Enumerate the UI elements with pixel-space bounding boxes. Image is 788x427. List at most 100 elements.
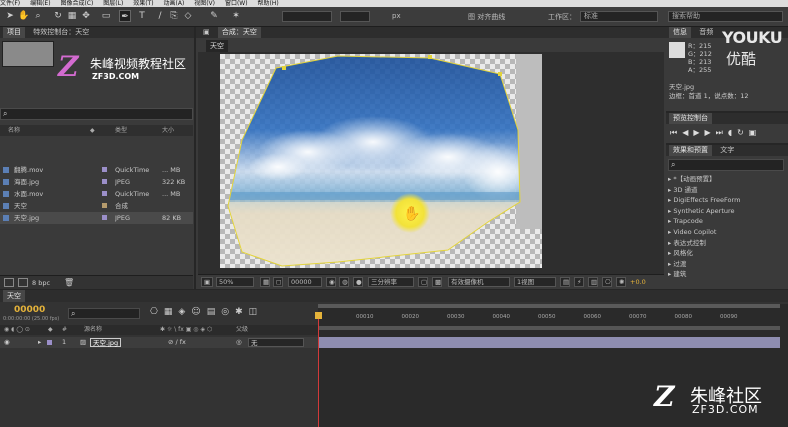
fill-color-field[interactable] xyxy=(282,11,332,22)
tab-composition[interactable]: 合成：天空 xyxy=(217,27,261,38)
menu-composition[interactable]: 图像合成(C) xyxy=(60,0,93,7)
reset-exposure-icon[interactable]: ✺ xyxy=(616,277,626,287)
previous-frame-icon[interactable]: ◀ xyxy=(682,128,693,137)
label-color[interactable] xyxy=(102,167,107,172)
menu-file[interactable]: 文件(F) xyxy=(0,0,20,7)
timeline-timecode[interactable]: 00000 xyxy=(14,305,45,315)
project-row[interactable]: 天空 合成 xyxy=(0,200,193,212)
menu-effect[interactable]: 效果(T) xyxy=(133,0,153,7)
effect-category[interactable]: ▸ Trapcode xyxy=(668,216,783,226)
menu-help[interactable]: 帮助(H) xyxy=(257,0,278,7)
draft-3d-icon[interactable]: ◈ xyxy=(178,307,191,317)
expand-arrow-icon[interactable]: ▸ xyxy=(38,337,41,348)
label-color[interactable] xyxy=(102,215,107,220)
rotate-tool-icon[interactable]: ↻ xyxy=(52,10,64,22)
eraser-tool-icon[interactable]: ◇ xyxy=(182,10,194,22)
effects-search-input[interactable]: ⌕ xyxy=(668,159,784,171)
menu-view[interactable]: 视图(V) xyxy=(194,0,215,7)
trash-icon[interactable]: 🗑 xyxy=(64,278,74,287)
layer-duration-bar[interactable] xyxy=(318,337,780,348)
fast-previews-icon[interactable]: ⚡ xyxy=(574,277,584,287)
lock-icon[interactable]: ▣ xyxy=(199,27,214,38)
project-search-input[interactable]: ⌕ xyxy=(0,108,193,120)
timeline-layer-row[interactable]: ◉ ▸ 1 ▨ 天空.jpg ⊘ / fx ◎ 无 xyxy=(0,337,318,348)
comp-mini-flowchart-icon[interactable]: ⎔ xyxy=(150,307,164,317)
effect-category[interactable]: ▸ Video Copilot xyxy=(668,227,783,237)
brainstorm-icon[interactable]: ✱ xyxy=(235,307,249,317)
mask-tool-icon[interactable]: ▭ xyxy=(100,10,112,22)
tab-character[interactable]: 文字 xyxy=(716,145,738,156)
safe-margins-icon[interactable]: ▦ xyxy=(260,277,270,287)
effect-category[interactable]: ▸ 风格化 xyxy=(668,248,783,258)
mask-visibility-icon[interactable]: ◻ xyxy=(273,277,283,287)
parent-pickwhip-icon[interactable]: ◎ xyxy=(236,337,242,348)
timeline-icon[interactable]: ▥ xyxy=(588,277,598,287)
effect-category[interactable]: ▸ 过渡 xyxy=(668,259,783,269)
project-row[interactable]: 天空.jpg JPEG 82 KB xyxy=(0,212,193,224)
camera-tool-icon[interactable]: ▦ xyxy=(66,10,78,22)
last-frame-icon[interactable]: ⏭ xyxy=(716,128,728,137)
timeline-search-input[interactable]: ⌕ xyxy=(68,308,140,319)
resolution-select[interactable]: 三分辨率 xyxy=(368,277,414,287)
column-type[interactable]: 类型 xyxy=(115,125,127,136)
shy-icon[interactable]: ☺ xyxy=(191,307,206,317)
parent-select[interactable]: 无 xyxy=(248,338,304,347)
loop-icon[interactable]: ↻ xyxy=(737,128,749,137)
text-tool-icon[interactable]: T xyxy=(136,10,148,22)
tab-timeline-comp[interactable]: 天空 xyxy=(3,290,25,302)
column-name[interactable]: 名称 xyxy=(8,125,20,136)
tab-effects-presets[interactable]: 效果和预置 xyxy=(669,145,712,156)
project-row[interactable]: 海面.jpg JPEG 322 KB xyxy=(0,176,193,188)
workspace-select[interactable]: 标准 xyxy=(580,11,658,22)
frame-blending-icon[interactable]: ▤ xyxy=(207,307,222,317)
column-parent[interactable]: 父级 xyxy=(236,325,248,335)
playhead[interactable] xyxy=(318,312,319,427)
effect-category[interactable]: ▸ *【动画预置】 xyxy=(668,174,783,184)
layer-name[interactable]: 天空.jpg xyxy=(90,338,122,347)
menu-window[interactable]: 窗口(W) xyxy=(225,0,248,7)
pan-behind-tool-icon[interactable]: ✥ xyxy=(80,10,92,22)
exposure-value[interactable]: +0.0 xyxy=(630,278,646,286)
project-row[interactable]: 水面.mov QuickTime ... MB xyxy=(0,188,193,200)
view-layout-select[interactable]: 1视图 xyxy=(514,277,556,287)
puppet-pin-tool-icon[interactable]: ✶ xyxy=(230,10,242,22)
video-switch-icon[interactable]: ◉ xyxy=(4,337,10,348)
flowchart-icon[interactable]: ⎔ xyxy=(602,277,612,287)
tab-effect-controls[interactable]: 特效控制台：天空 xyxy=(29,27,93,38)
magnification-icon[interactable]: ▣ xyxy=(201,277,213,287)
layer-label-color[interactable] xyxy=(47,340,52,345)
clone-stamp-tool-icon[interactable]: ⎘ xyxy=(168,10,180,22)
help-search-input[interactable]: 搜索帮助 xyxy=(668,11,783,22)
first-frame-icon[interactable]: ⏮ xyxy=(670,128,682,137)
effect-category[interactable]: ▸ 3D 通道 xyxy=(668,185,783,195)
composition-viewer[interactable]: ✋ xyxy=(198,52,664,274)
effect-category[interactable]: ▸ 表达式控制 xyxy=(668,238,783,248)
layer-switches-icon[interactable]: ⊘ / fx xyxy=(168,337,186,348)
brush-tool-icon[interactable]: / xyxy=(154,10,166,22)
play-icon[interactable]: ▶ xyxy=(693,128,704,137)
snapshot-icon[interactable]: ◉ xyxy=(326,277,336,287)
current-time-field[interactable]: 00000 xyxy=(288,277,322,287)
work-area-bar[interactable] xyxy=(318,304,780,308)
new-folder-icon[interactable] xyxy=(18,278,28,287)
effect-category[interactable]: ▸ 建筑 xyxy=(668,269,783,279)
tab-info[interactable]: 信息 xyxy=(669,27,691,38)
menu-animation[interactable]: 动画(A) xyxy=(164,0,185,7)
comp-breadcrumb[interactable]: 天空 xyxy=(206,40,228,52)
next-frame-icon[interactable]: ▶ xyxy=(705,128,716,137)
menu-edit[interactable]: 编辑(E) xyxy=(30,0,50,7)
tab-preview[interactable]: 预览控制台 xyxy=(669,113,712,124)
pixel-aspect-icon[interactable]: ▤ xyxy=(560,277,570,287)
effect-category[interactable]: ▸ Synthetic Aperture xyxy=(668,206,783,216)
region-of-interest-icon[interactable]: ▢ xyxy=(418,277,428,287)
selection-tool-icon[interactable]: ➤ xyxy=(4,10,16,22)
label-color[interactable] xyxy=(102,191,107,196)
label-color[interactable] xyxy=(102,179,107,184)
audio-icon[interactable]: ◖ xyxy=(728,128,737,137)
zoom-tool-icon[interactable]: ⌕ xyxy=(32,10,44,22)
zoom-select[interactable]: 50% xyxy=(216,277,254,287)
motion-blur-icon[interactable]: ◎ xyxy=(221,307,235,317)
interpret-footage-icon[interactable] xyxy=(4,278,14,287)
effect-category[interactable]: ▸ DigiEffects FreeForm xyxy=(668,195,783,205)
column-size[interactable]: 大小 xyxy=(162,125,174,136)
